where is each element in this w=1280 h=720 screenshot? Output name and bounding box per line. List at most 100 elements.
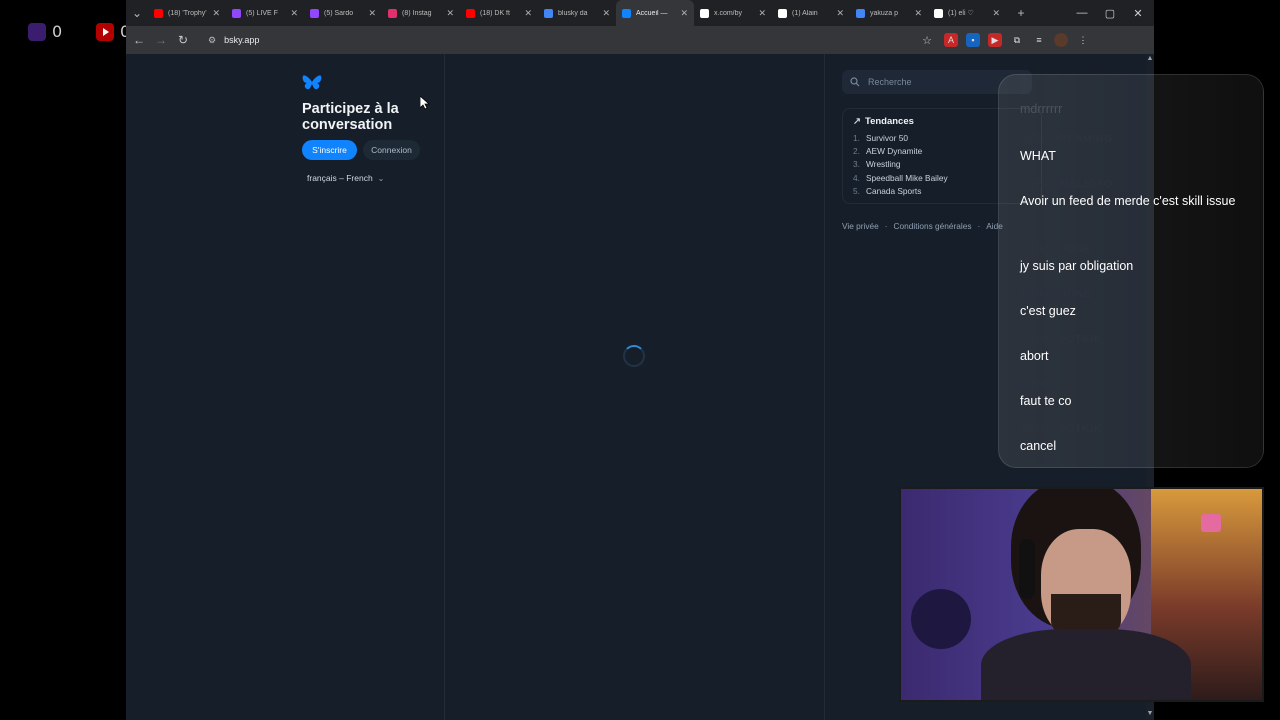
tab-search-chevron-icon[interactable]: ⌄ — [126, 6, 148, 20]
chevron-down-icon: ⌄ — [377, 173, 385, 183]
trends-title: Tendances — [864, 116, 914, 127]
close-tab-icon[interactable]: ✕ — [680, 8, 688, 19]
terms-link[interactable]: Conditions générales — [894, 221, 972, 231]
browser-tab[interactable]: (1) eli ♡ ✕ — [928, 0, 1006, 26]
page-footer: Vie privée · Conditions générales · Aide — [842, 221, 1003, 231]
close-window-button[interactable]: ✕ — [1124, 0, 1152, 26]
scroll-up-arrow-icon[interactable]: ▲ — [1146, 55, 1154, 62]
chat-message: PIKMINJONE c'est guez — [1020, 288, 1240, 320]
close-tab-icon[interactable]: ✕ — [602, 8, 610, 19]
site-info-icon[interactable]: ⚙ — [208, 35, 216, 46]
tab-title: (18) DK ft — [480, 9, 510, 17]
media-controls-icon[interactable]: ≡ — [1032, 33, 1046, 47]
webcam-feed — [899, 487, 1264, 702]
bluesky-butterfly-logo-icon[interactable] — [302, 74, 322, 92]
minimize-button[interactable]: — — [1068, 0, 1096, 26]
address-bar[interactable]: ⚙ bsky.app ☆ — [200, 29, 940, 51]
translate-extension-icon[interactable]: ▪ — [966, 33, 980, 47]
google-icon — [544, 8, 553, 18]
tab-title: Accueil — — [636, 9, 668, 17]
close-tab-icon[interactable]: ✕ — [446, 8, 454, 19]
maximize-button[interactable]: ▢ — [1096, 0, 1124, 26]
browser-tab[interactable]: yakuza p ✕ — [850, 0, 928, 26]
separator: · — [977, 221, 981, 231]
chat-message: mdrrrrrr — [1020, 102, 1240, 118]
close-tab-icon[interactable]: ✕ — [290, 8, 298, 19]
x-icon — [778, 8, 787, 18]
chat-message: ZELHADOTKIK cancel — [1020, 423, 1240, 455]
chat-username: CONTUMELIOSO — [1020, 178, 1113, 190]
extensions-puzzle-icon[interactable]: ⧉ — [1010, 33, 1024, 47]
screen: 0 0 ⌄ (18) 'Trophy'✕(5) LIVE F✕(5) Sardo… — [0, 0, 1280, 720]
privacy-link[interactable]: Vie privée — [842, 221, 879, 231]
close-tab-icon[interactable]: ✕ — [992, 8, 1000, 19]
browser-menu-icon[interactable]: ⋮ — [1076, 33, 1090, 47]
tab-title: (5) LIVE F — [246, 9, 278, 17]
streamer-shirt — [981, 629, 1191, 700]
chat-text: abort — [1020, 349, 1049, 363]
chat-text: cancel — [1020, 439, 1057, 453]
background-light — [1201, 514, 1221, 532]
close-tab-icon[interactable]: ✕ — [524, 8, 532, 19]
url-text: bsky.app — [224, 35, 260, 45]
mouse-cursor-icon — [420, 96, 430, 110]
chat-message: JEREMREAMING WHAT — [1020, 133, 1240, 165]
twitch-icon — [28, 22, 46, 41]
chat-username: ZELHADOTKIK — [1020, 423, 1102, 435]
new-tab-button[interactable]: + — [1010, 6, 1032, 20]
twitch-icon — [310, 8, 319, 18]
chat-text: c'est guez — [1020, 304, 1076, 318]
browser-tab[interactable]: x.com/by ✕ — [694, 0, 772, 26]
trend-rank: 4. — [853, 172, 860, 183]
trend-label: Wrestling — [866, 159, 901, 170]
profile-avatar-icon[interactable] — [1054, 33, 1068, 47]
chat-text: jy suis par obligation — [1020, 259, 1134, 273]
close-tab-icon[interactable]: ✕ — [212, 8, 220, 19]
login-button[interactable]: Connexion — [363, 140, 420, 160]
tab-title: (1) eli ♡ — [948, 10, 974, 17]
bookmark-star-icon[interactable]: ☆ — [922, 34, 932, 47]
trend-label: Survivor 50 — [866, 132, 908, 143]
twitch-count: 0 — [52, 22, 63, 41]
tab-title: (8) Instag — [402, 9, 432, 17]
close-tab-icon[interactable]: ✕ — [758, 8, 766, 19]
headphones — [1019, 539, 1035, 599]
browser-tab[interactable]: (8) Instag ✕ — [382, 0, 460, 26]
chat-message: CONTUMELIOSO Avoir un feed de merde c'est… — [1020, 178, 1240, 210]
close-tab-icon[interactable]: ✕ — [914, 8, 922, 19]
tab-title: yakuza p — [870, 9, 899, 17]
trend-rank: 1. — [853, 132, 860, 143]
browser-tab[interactable]: Accueil — ✕ — [616, 0, 694, 26]
tab-title: x.com/by — [714, 9, 743, 17]
browser-tab[interactable]: (1) Alain ✕ — [772, 0, 850, 26]
scroll-down-arrow-icon[interactable]: ▼ — [1146, 710, 1154, 717]
chat-message: PIKMINJONE jy suis par obligation — [1020, 243, 1240, 275]
trend-rank: 5. — [853, 185, 860, 196]
reload-button[interactable]: ↻ — [172, 33, 194, 47]
chat-username: PIKMINJONE — [1020, 243, 1092, 255]
browser-tab[interactable]: (18) DK ft ✕ — [460, 0, 538, 26]
browser-tab[interactable]: (5) LIVE F ✕ — [226, 0, 304, 26]
trend-label: Canada Sports — [866, 185, 922, 196]
video-extension-icon[interactable]: ▶ — [988, 33, 1002, 47]
browser-toolbar: ← → ↻ ⚙ bsky.app ☆ A ▪ ▶ ⧉ ≡ ⋮ — [126, 26, 1154, 54]
close-tab-icon[interactable]: ✕ — [836, 8, 844, 19]
left-column-divider — [444, 54, 445, 720]
chat-text: mdrrrrrr — [1020, 102, 1063, 116]
trend-rank: 2. — [853, 145, 860, 156]
browser-tab[interactable]: (18) 'Trophy' ✕ — [148, 0, 226, 26]
pdf-extension-icon[interactable]: A — [944, 33, 958, 47]
back-button[interactable]: ← — [128, 33, 150, 47]
signup-button[interactable]: S'inscrire — [302, 140, 357, 160]
browser-tab[interactable]: (5) Sardo ✕ — [304, 0, 382, 26]
browser-tab[interactable]: blusky da ✕ — [538, 0, 616, 26]
microphone-arm — [911, 589, 971, 649]
trend-label: Speedball Mike Bailey — [866, 172, 948, 183]
right-column-divider — [824, 54, 825, 720]
trend-label: AEW Dynamite — [866, 145, 923, 156]
instagram-icon — [388, 8, 397, 18]
language-selector[interactable]: français – French ⌄ — [307, 173, 384, 183]
close-tab-icon[interactable]: ✕ — [368, 8, 376, 19]
forward-button[interactable]: → — [150, 33, 172, 47]
bluesky-icon — [622, 8, 631, 18]
